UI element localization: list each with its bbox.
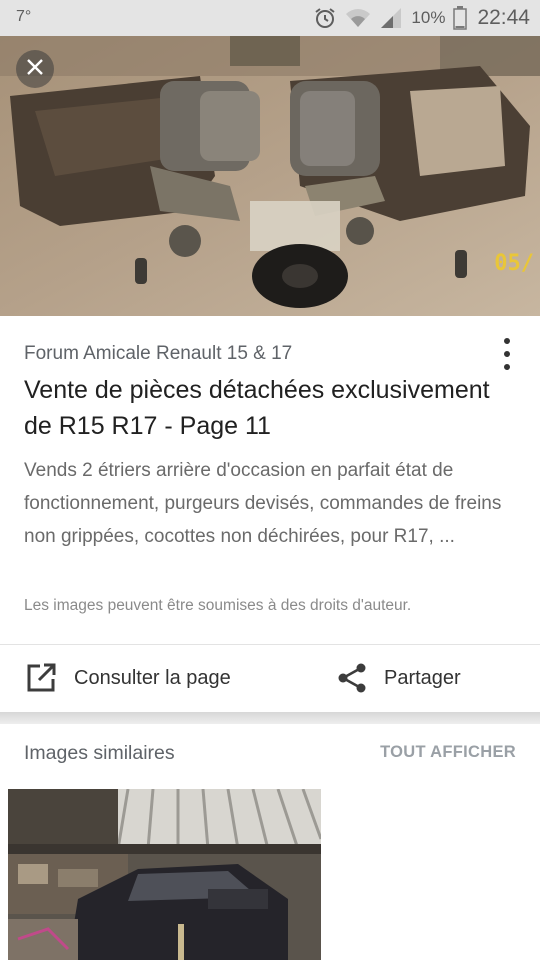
share-icon bbox=[336, 662, 368, 694]
brake-calipers-photo bbox=[0, 36, 540, 316]
share-label: Partager bbox=[384, 666, 461, 689]
similar-image-thumbnail[interactable] bbox=[8, 789, 321, 960]
close-button[interactable] bbox=[16, 50, 54, 88]
hero-image[interactable]: 05/ bbox=[0, 36, 540, 316]
battery-icon bbox=[453, 6, 468, 30]
wifi-icon bbox=[345, 6, 371, 30]
share-button[interactable]: Partager bbox=[336, 656, 461, 700]
photo-date-stamp: 05/ bbox=[494, 251, 534, 276]
garage-photo bbox=[8, 789, 321, 960]
status-icons: 10% 22:44 bbox=[313, 0, 530, 36]
open-in-new-icon bbox=[24, 661, 58, 695]
battery-percent: 10% bbox=[411, 8, 446, 27]
show-all-button[interactable]: TOUT AFFICHER bbox=[380, 743, 516, 762]
temperature: 7° bbox=[16, 8, 32, 25]
divider bbox=[0, 644, 540, 645]
result-title[interactable]: Vente de pièces détachées exclusivement … bbox=[24, 372, 514, 444]
copyright-notice: Les images peuvent être soumises à des d… bbox=[24, 597, 412, 614]
visit-page-label: Consulter la page bbox=[74, 666, 231, 689]
similar-images-title: Images similaires bbox=[24, 742, 175, 764]
close-icon bbox=[26, 58, 44, 81]
result-snippet: Vends 2 étriers arrière d'occasion en pa… bbox=[24, 460, 502, 547]
more-options-button[interactable] bbox=[500, 338, 514, 370]
status-bar: 7° 10% 22:44 bbox=[0, 0, 540, 36]
clock: 22:44 bbox=[477, 6, 530, 29]
section-separator bbox=[0, 712, 540, 724]
signal-icon bbox=[379, 6, 403, 30]
source-site[interactable]: Forum Amicale Renault 15 & 17 bbox=[24, 343, 292, 365]
visit-page-button[interactable]: Consulter la page bbox=[24, 656, 231, 700]
more-vert-icon bbox=[504, 338, 510, 344]
alarm-icon bbox=[313, 6, 337, 30]
